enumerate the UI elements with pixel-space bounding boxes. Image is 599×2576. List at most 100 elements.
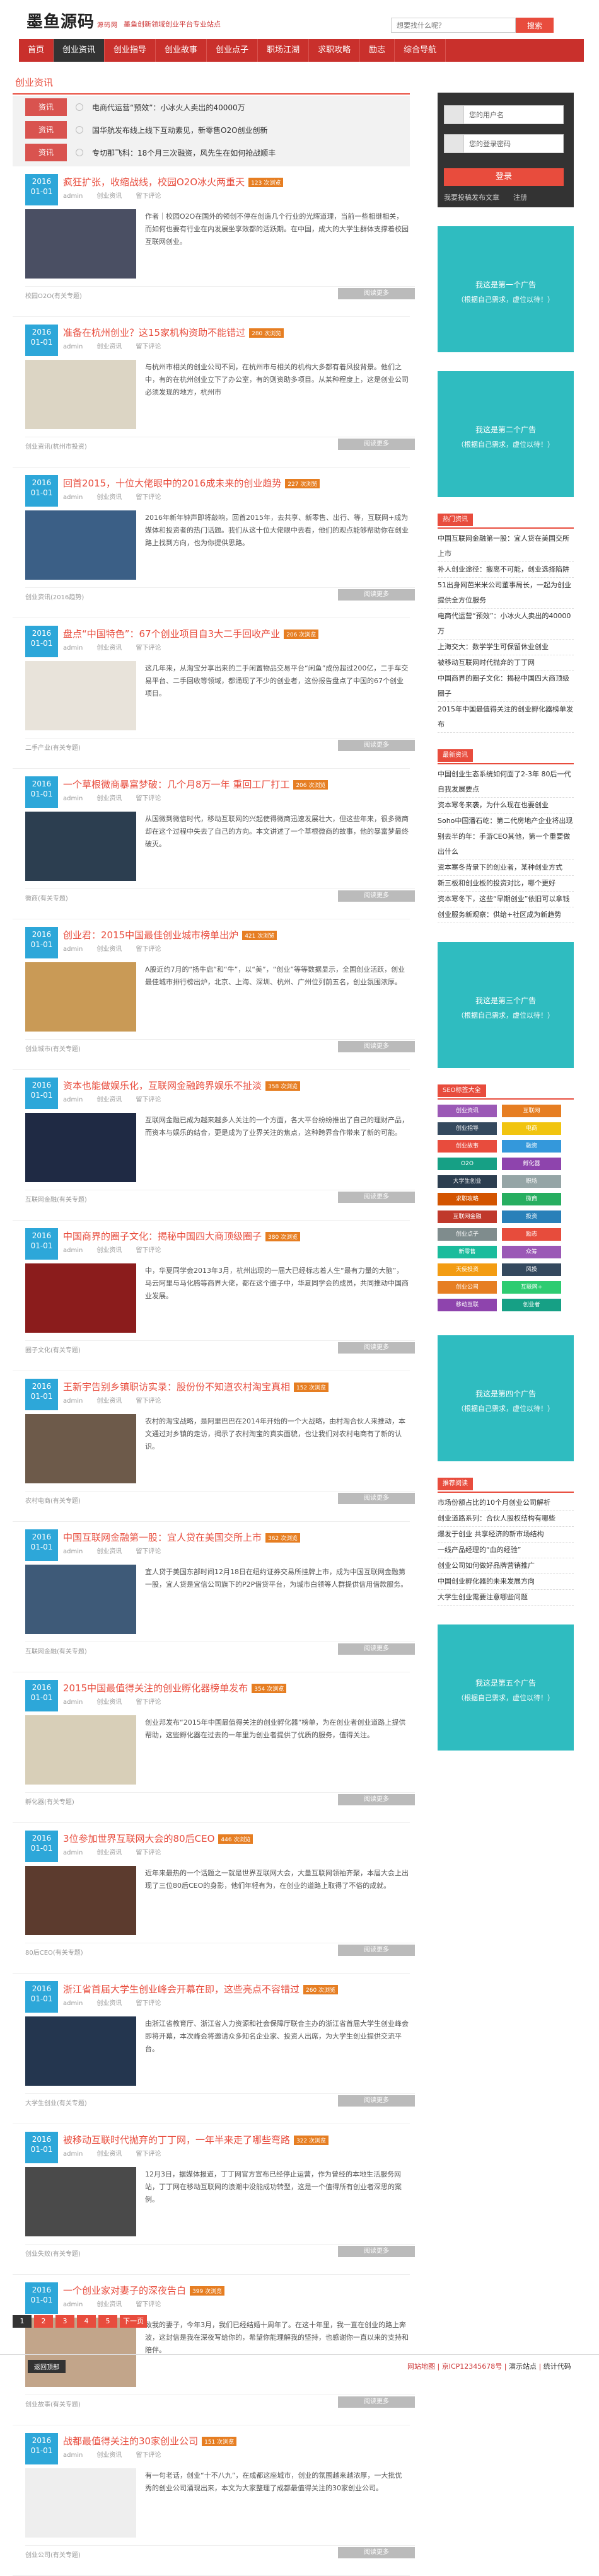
back-to-top-button[interactable]: 返回顶部 (28, 2360, 66, 2373)
page-link-0[interactable]: 1 (13, 2315, 32, 2328)
post-thumbnail[interactable] (25, 209, 136, 279)
post-author[interactable]: admin (63, 946, 83, 953)
post-thumbnail[interactable] (25, 1414, 136, 1483)
page-link-4[interactable]: 5 (98, 2315, 117, 2328)
nav-item-1[interactable]: 创业资讯 (54, 39, 105, 62)
tag-chip[interactable]: O2O (438, 1158, 497, 1170)
post-comment-link[interactable]: 留下评论 (136, 645, 161, 652)
list-item[interactable]: 资本寒冬背景下的创业者，某种创业方式 (438, 860, 574, 876)
username-field[interactable]: 您的用户名 (444, 105, 564, 124)
notice-item[interactable]: 资讯 专切那飞科：18个月三次融资，风先生在如何抢战顺丰 (13, 141, 410, 164)
post-author[interactable]: admin (63, 1699, 83, 1706)
tag-chip[interactable]: 天使投资 (438, 1263, 497, 1276)
read-more-button[interactable]: 阅读更多 (338, 1794, 415, 1805)
tag-chip[interactable]: 孵化器 (502, 1158, 561, 1170)
post-tags[interactable]: 互联网金融(有关专题) (25, 1194, 87, 1204)
post-author[interactable]: admin (63, 645, 83, 652)
post-thumbnail[interactable] (25, 2016, 136, 2086)
nav-item-7[interactable]: 励志 (360, 39, 395, 62)
post-tags[interactable]: 创业公司(有关专题) (25, 2550, 81, 2559)
post-thumbnail[interactable] (25, 2167, 136, 2236)
search-button[interactable]: 搜索 (516, 18, 554, 33)
password-field[interactable]: 您的登录密码 (444, 134, 564, 153)
post-title[interactable]: 战都最值得关注的30家创业公司 151 次浏览 (63, 2434, 237, 2447)
read-more-button[interactable]: 阅读更多 (338, 1945, 415, 1956)
ad-banner[interactable]: 我这是第四个广告 （根据自己需求，虚位以待！） (438, 1335, 574, 1461)
post-tags[interactable]: 创业失败(有关专题) (25, 2248, 81, 2258)
ad-banner[interactable]: 我这是第三个广告 （根据自己需求，虚位以待！） (438, 942, 574, 1068)
post-comment-link[interactable]: 留下评论 (136, 193, 161, 200)
read-more-button[interactable]: 阅读更多 (338, 2547, 415, 2558)
post-author[interactable]: admin (63, 343, 83, 350)
post-category[interactable]: 创业资讯 (96, 1096, 122, 1103)
tag-chip[interactable]: 创业公司 (438, 1281, 497, 1294)
post-title[interactable]: 一个草根微商暴富梦破：几个月8万一年 重回工厂打工 206 次浏览 (63, 778, 329, 791)
tag-chip[interactable]: 电商 (502, 1122, 561, 1135)
post-thumbnail[interactable] (25, 1866, 136, 1935)
post-comment-link[interactable]: 留下评论 (136, 2452, 161, 2459)
tag-chip[interactable]: 风投 (502, 1263, 561, 1276)
post-title[interactable]: 准备在杭州创业？这15家机构资助不能错过 280 次浏览 (63, 326, 284, 339)
post-category[interactable]: 创业资讯 (96, 1548, 122, 1555)
read-more-button[interactable]: 阅读更多 (338, 740, 415, 751)
post-comment-link[interactable]: 留下评论 (136, 1548, 161, 1555)
tag-chip[interactable]: 微商 (502, 1193, 561, 1205)
nav-item-8[interactable]: 综合导航 (395, 39, 446, 62)
page-link-1[interactable]: 2 (34, 2315, 53, 2328)
post-tags[interactable]: 孵化器(有关专题) (25, 1797, 74, 1806)
tag-chip[interactable]: 投资 (502, 1210, 561, 1223)
list-item[interactable]: 一线产品经理的“血的经验” (438, 1543, 574, 1558)
list-item[interactable]: 市场份额占比的10个月创业公司解析 (438, 1495, 574, 1511)
post-category[interactable]: 创业资讯 (96, 2151, 122, 2158)
post-comment-link[interactable]: 留下评论 (136, 1849, 161, 1856)
list-item[interactable]: 资本寒冬下，这些“早期创业”依旧可以拿钱 (438, 892, 574, 907)
list-item[interactable]: 2015年中国最值得关注的创业孵化器榜单发布 (438, 702, 574, 733)
post-title[interactable]: 3位参加世界互联网大会的80后CEO 446 次浏览 (63, 1832, 253, 1845)
icp-link[interactable]: 京ICP12345678号 (442, 2362, 503, 2371)
post-thumbnail[interactable] (25, 2468, 136, 2538)
post-comment-link[interactable]: 留下评论 (136, 343, 161, 350)
post-author[interactable]: admin (63, 193, 83, 200)
post-title[interactable]: 资本也能做娱乐化，互联网金融跨界娱乐不扯淡 358 次浏览 (63, 1079, 301, 1092)
tag-chip[interactable]: 创业者 (502, 1299, 561, 1311)
post-category[interactable]: 创业资讯 (96, 343, 122, 350)
post-tags[interactable]: 创业资讯(2016趋势) (25, 592, 84, 601)
post-title[interactable]: 疯狂扩张，收缩战线，校园O2O冰火两重天 123 次浏览 (63, 175, 284, 188)
post-thumbnail[interactable] (25, 1715, 136, 1785)
nav-item-0[interactable]: 首页 (19, 39, 54, 62)
read-more-button[interactable]: 阅读更多 (338, 1342, 415, 1354)
read-more-button[interactable]: 阅读更多 (338, 2095, 415, 2107)
post-thumbnail[interactable] (25, 962, 136, 1032)
post-author[interactable]: admin (63, 2000, 83, 2007)
post-author[interactable]: admin (63, 1548, 83, 1555)
post-comment-link[interactable]: 留下评论 (136, 2151, 161, 2158)
post-tags[interactable]: 大学生创业(有关专题) (25, 2098, 87, 2107)
tag-chip[interactable]: 创业指导 (438, 1122, 497, 1135)
sitemap-link[interactable]: 网站地图 (407, 2362, 435, 2371)
post-thumbnail[interactable] (25, 1113, 136, 1182)
post-thumbnail[interactable] (25, 360, 136, 429)
post-title[interactable]: 一个创业家对妻子的深夜告白 399 次浏览 (63, 2284, 225, 2297)
post-author[interactable]: admin (63, 2151, 83, 2158)
post-category[interactable]: 创业资讯 (96, 946, 122, 953)
post-tags[interactable]: 互联网金融(有关专题) (25, 1646, 87, 1655)
post-comment-link[interactable]: 留下评论 (136, 1247, 161, 1254)
post-author[interactable]: admin (63, 1247, 83, 1254)
post-author[interactable]: admin (63, 2301, 83, 2308)
post-comment-link[interactable]: 留下评论 (136, 795, 161, 802)
post-thumbnail[interactable] (25, 1263, 136, 1333)
post-title[interactable]: 盘点“中国特色”：67个创业项目自3大二手回收产业 206 次浏览 (63, 627, 319, 640)
post-thumbnail[interactable] (25, 661, 136, 730)
read-more-button[interactable]: 阅读更多 (338, 589, 415, 601)
post-category[interactable]: 创业资讯 (96, 1849, 122, 1856)
page-link-2[interactable]: 3 (55, 2315, 74, 2328)
nav-item-2[interactable]: 创业指导 (105, 39, 156, 62)
read-more-button[interactable]: 阅读更多 (338, 288, 415, 299)
post-title[interactable]: 王新宇告别乡镇职访实录：股份份不知道农村淘宝真相 152 次浏览 (63, 1380, 329, 1393)
list-item[interactable]: 中国商界的圈子文化：揭秘中国四大商顶级圈子 (438, 671, 574, 702)
login-button[interactable]: 登录 (444, 168, 564, 186)
tag-chip[interactable]: 创业点子 (438, 1228, 497, 1241)
list-item[interactable]: 爆发于创业 共享经济的新市场结构 (438, 1527, 574, 1543)
post-comment-link[interactable]: 留下评论 (136, 2301, 161, 2308)
post-title[interactable]: 回首2015，十位大佬眼中的2016成未来的创业趋势 227 次浏览 (63, 476, 320, 490)
